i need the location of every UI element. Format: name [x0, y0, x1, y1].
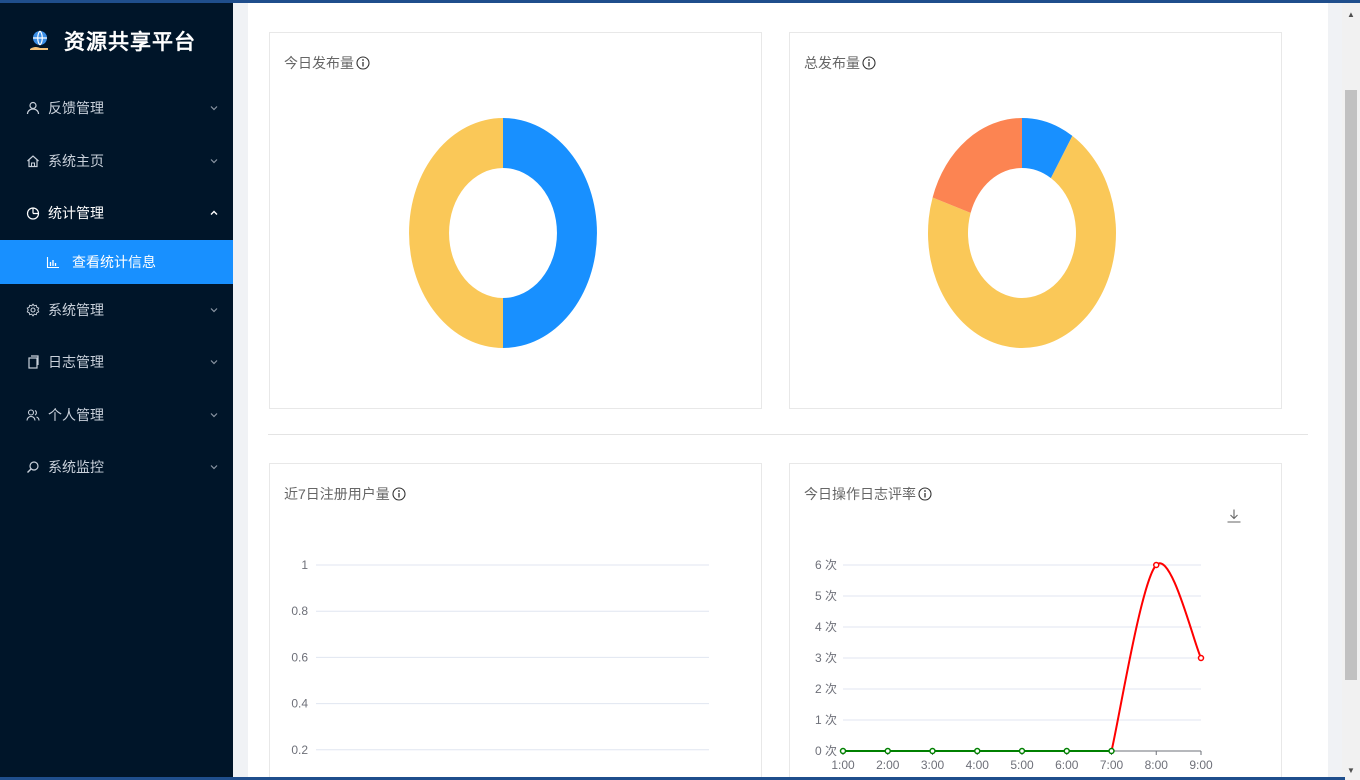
chevron-down-icon — [210, 307, 218, 313]
section-divider — [268, 434, 1308, 435]
y-tick-label: 0.4 — [291, 697, 308, 711]
copy-icon — [26, 355, 40, 369]
sidebar-item-logs[interactable]: 日志管理 — [0, 336, 233, 389]
data-point[interactable] — [1153, 561, 1160, 569]
chevron-down-icon — [210, 465, 218, 470]
sidebar-subitem-view-statistics[interactable]: 查看统计信息 — [0, 239, 233, 284]
card-registered-7d: 近7日注册用户量 1 0.8 0.6 0.4 0.2 — [269, 463, 762, 780]
y-tick-label: 0.6 — [291, 650, 308, 664]
y-tick-label: 0.2 — [291, 743, 308, 757]
line-chart-oplog: 6 次 5 次 4 次 3 次 2 次 1 次 0 次1:00 2:00 3:00 4:00 5:0… — [815, 558, 1213, 772]
pie-slice[interactable] — [409, 118, 503, 348]
sidebar-item-label: 系统监控 — [48, 459, 104, 476]
x-tick-label: 7:00 — [1100, 758, 1124, 772]
pie-slice[interactable] — [932, 118, 1022, 213]
data-point[interactable] — [1108, 747, 1115, 755]
y-tick-label: 1 — [301, 558, 308, 572]
app-title: 资源共享平台 — [64, 31, 196, 54]
x-tick-label: 4:00 — [966, 758, 990, 772]
sidebar-item-label: 系统主页 — [48, 152, 104, 169]
sidebar-item-label: 个人管理 — [48, 406, 104, 423]
data-point[interactable] — [929, 747, 936, 755]
bar-chart-icon — [46, 255, 60, 269]
pie-slice[interactable] — [503, 118, 597, 348]
pie-chart-icon — [26, 206, 40, 220]
x-tick-label: 5:00 — [1010, 758, 1034, 772]
sidebar-item-statistics[interactable]: 统计管理 — [0, 187, 233, 240]
sidebar-item-label: 系统管理 — [48, 301, 104, 318]
gear-icon — [26, 303, 40, 317]
data-point[interactable] — [1197, 654, 1205, 662]
y-tick-label: 6 次 — [815, 558, 837, 572]
sidebar-subitem-label: 查看统计信息 — [72, 253, 156, 270]
chevron-down-icon — [210, 412, 218, 418]
card-today-publish: 今日发布量 — [269, 32, 762, 409]
sidebar-item-monitor[interactable]: 系统监控 — [0, 441, 233, 494]
y-tick-label: 5 次 — [815, 589, 837, 603]
sidebar-item-feedback[interactable]: 反馈管理 — [0, 82, 233, 135]
scroll-up-arrow-icon[interactable]: ▲ — [1342, 6, 1360, 22]
sidebar-item-label: 日志管理 — [48, 354, 104, 371]
scrollbar-thumb[interactable] — [1345, 90, 1357, 680]
app-logo[interactable]: 资源共享平台 — [0, 0, 233, 82]
globe-hand-icon — [30, 30, 48, 50]
top-border — [0, 0, 1360, 3]
chevron-up-icon — [210, 210, 218, 216]
users-icon — [26, 408, 40, 422]
y-tick-label: 4 次 — [815, 620, 837, 634]
data-point[interactable] — [1063, 747, 1070, 755]
sidebar-item-system[interactable]: 系统管理 — [0, 284, 233, 337]
card-total-publish: 总发布量 — [789, 32, 1282, 409]
x-tick-label: 2:00 — [876, 758, 900, 772]
data-point[interactable] — [974, 747, 981, 755]
data-point[interactable] — [1018, 747, 1026, 755]
x-tick-label: 8:00 — [1145, 758, 1169, 772]
donut-chart-today — [409, 118, 597, 348]
sidebar-item-personal[interactable]: 个人管理 — [0, 389, 233, 442]
sidebar-item-home[interactable]: 系统主页 — [0, 135, 233, 188]
y-tick-label: 0 次 — [815, 744, 837, 758]
y-tick-label: 3 次 — [815, 651, 837, 665]
sidebar-item-label: 反馈管理 — [48, 100, 104, 117]
card-op-log: 今日操作日志评率 6 次5 次4 次3 次2 次1 次0 次 1:00 2:00 3:… — [789, 463, 1282, 780]
y-tick-label: 1 次 — [815, 713, 837, 727]
series-line-high — [1110, 562, 1202, 752]
x-tick-label: 6:00 — [1055, 758, 1079, 772]
scrollbar[interactable]: ▲ ▼ — [1342, 0, 1360, 780]
line-chart-registered: 1 0.8 0.6 0.4 0.2 — [291, 558, 709, 757]
y-tick-label: 0.8 — [291, 604, 308, 618]
sidebar-item-label: 统计管理 — [48, 205, 104, 222]
sidebar: 资源共享平台 反馈管理 系统主页 统计管理 查看统计信息 系统管理 日志管理 个… — [0, 0, 233, 780]
data-point[interactable] — [884, 747, 891, 755]
chevron-down-icon — [210, 158, 218, 164]
donut-chart-total — [928, 118, 1116, 348]
scroll-down-arrow-icon[interactable]: ▼ — [1342, 762, 1360, 778]
user-icon — [26, 101, 40, 115]
chevron-down-icon — [210, 360, 218, 365]
search-monitor-icon — [26, 460, 40, 474]
chevron-down-icon — [210, 106, 218, 111]
data-point[interactable] — [839, 747, 847, 755]
y-tick-label: 2 次 — [815, 682, 837, 696]
x-tick-label: 3:00 — [921, 758, 945, 772]
x-tick-label: 1:00 — [831, 758, 855, 772]
home-icon — [26, 154, 40, 168]
x-tick-label: 9:00 — [1189, 758, 1213, 772]
